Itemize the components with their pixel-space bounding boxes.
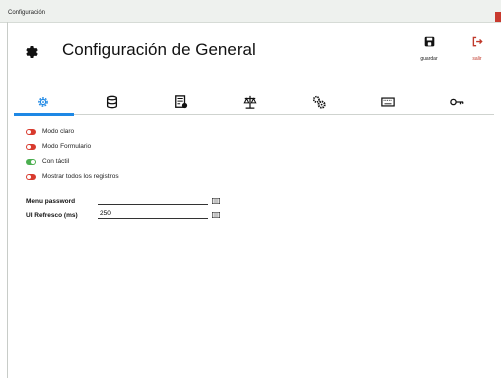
floppy-disk-icon <box>424 36 434 47</box>
tab-general[interactable] <box>14 92 74 114</box>
keyboard-icon[interactable] <box>212 212 220 218</box>
modo-formulario-toggle[interactable] <box>26 144 36 150</box>
key-icon <box>450 98 464 106</box>
document-settings-icon <box>175 95 188 109</box>
exit-icon <box>472 36 483 47</box>
con-tactil-toggle[interactable] <box>26 159 36 165</box>
save-button[interactable]: guardar <box>409 36 449 72</box>
save-button-label: guardar <box>420 56 438 62</box>
toggle-label: Modo Formulario <box>42 143 92 150</box>
gear-icon <box>38 97 48 107</box>
keyboard-icon[interactable] <box>212 198 220 204</box>
menu-password-input[interactable] <box>98 195 208 205</box>
active-tab-indicator <box>14 113 74 116</box>
toggle-label: Con táctil <box>42 158 70 165</box>
modo-claro-toggle[interactable] <box>26 129 36 135</box>
tab-balance[interactable] <box>221 92 281 114</box>
tab-keyboard[interactable] <box>359 92 419 114</box>
mostrar-registros-toggle[interactable] <box>26 174 36 180</box>
menu-password-label: Menu password <box>26 198 76 205</box>
database-icon <box>106 95 118 109</box>
tab-divider <box>14 114 494 115</box>
cogs-icon <box>312 95 326 109</box>
page-title: Configuración de General <box>62 40 256 59</box>
keyboard-icon <box>381 97 395 107</box>
ui-refresh-label: UI Refresco (ms) <box>26 212 78 219</box>
exit-button-label: salir <box>472 56 482 62</box>
window-close-button[interactable] <box>495 12 501 22</box>
toggle-label: Mostrar todos los registros <box>42 173 119 180</box>
window-titlebar: Configuración <box>0 0 501 23</box>
tab-document-settings[interactable] <box>152 92 212 114</box>
gear-icon <box>24 44 40 60</box>
exit-button[interactable]: salir <box>457 36 497 72</box>
toggle-label: Modo claro <box>42 128 75 135</box>
balance-scale-icon <box>243 95 257 109</box>
window-title: Configuración <box>8 10 46 16</box>
tab-bar <box>14 92 494 116</box>
tab-key[interactable] <box>428 92 488 114</box>
tab-advanced[interactable] <box>290 92 350 114</box>
tab-database[interactable] <box>83 92 143 114</box>
ui-refresh-input[interactable] <box>98 209 208 219</box>
window-border <box>7 22 8 378</box>
